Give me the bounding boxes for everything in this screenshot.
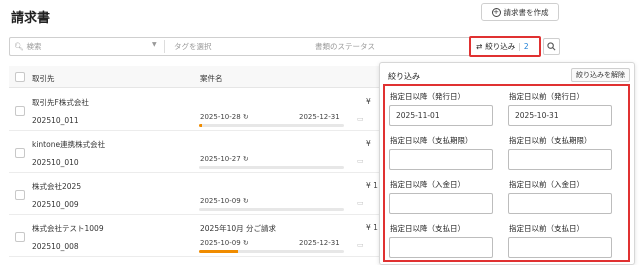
history-icon: ↻: [242, 113, 249, 121]
search-icon: 🔍︎: [14, 42, 24, 51]
calendar-icon: ▭: [357, 157, 364, 165]
receipt-date-to-input[interactable]: [508, 193, 612, 214]
row-date-end: 2025-12-31: [299, 239, 340, 247]
calendar-icon: ▭: [357, 241, 364, 249]
row-progress-bar: [199, 208, 344, 211]
table-row[interactable]: 株式会社テスト1009 202510_008 2025年10月 分ご請求 ¥ 1…: [9, 215, 389, 257]
row-amount: ¥: [366, 139, 371, 148]
issue-date-to-label: 指定日以前（発行日）: [509, 92, 584, 101]
refine-panel-title: 絞り込み: [388, 72, 420, 81]
row-progress-bar: [199, 250, 344, 253]
search-placeholder: 検索: [26, 42, 42, 51]
row-date-start: 2025-10-27 ↻: [200, 155, 249, 163]
payment-date-to-label: 指定日以前（支払日）: [509, 224, 584, 233]
row-checkbox[interactable]: [15, 148, 25, 158]
row-client: kintone連携株式会社: [32, 140, 106, 149]
row-progress-bar: [199, 166, 344, 169]
calendar-icon: ▭: [357, 199, 364, 207]
row-checkbox[interactable]: [15, 190, 25, 200]
status-select-placeholder: 書類のステータス: [315, 42, 375, 51]
refine-panel: 絞り込み 絞り込みを解除 指定日以降（発行日） 指定日以前（発行日） 2025-…: [379, 62, 635, 265]
search-input[interactable]: 🔍︎ 検索: [14, 38, 166, 55]
row-amount: ¥ 1: [366, 223, 378, 232]
search-button[interactable]: [543, 38, 560, 55]
row-progress-fill: [199, 250, 239, 253]
row-case: 2025年10月 分ご請求: [200, 224, 277, 233]
row-progress-fill: [199, 124, 202, 127]
refine-label: 絞り込み: [485, 42, 516, 51]
table-header: 取引先 案件名: [9, 66, 389, 88]
payment-date-from-label: 指定日以降（支払日）: [390, 224, 465, 233]
plus-circle-icon: +: [491, 7, 501, 17]
receipt-date-from-label: 指定日以降（入金日）: [390, 180, 465, 189]
row-date-end: 2025-12-31: [299, 113, 340, 121]
row-code: 202510_008: [32, 242, 79, 251]
receipt-date-from-input[interactable]: [389, 193, 493, 214]
table-row[interactable]: 取引先F株式会社 202510_011 ¥ 2025-10-28 ↻ 2025-…: [9, 89, 389, 131]
create-invoice-label: 請求書を作成: [503, 7, 549, 17]
due-date-to-input[interactable]: [508, 149, 612, 170]
row-date-start: 2025-10-28 ↻: [200, 113, 249, 121]
column-header-case: 案件名: [200, 74, 223, 83]
search-icon: [547, 42, 556, 51]
payment-date-from-input[interactable]: [389, 237, 493, 258]
chevron-down-icon: ▼: [152, 41, 157, 48]
row-date-start: 2025-10-09 ↻: [200, 239, 249, 247]
history-icon: ↻: [242, 239, 249, 247]
issue-date-from-label: 指定日以降（発行日）: [390, 92, 465, 101]
row-progress-bar: [199, 124, 344, 127]
tag-select-placeholder: タグを選択: [174, 42, 212, 51]
select-all-checkbox[interactable]: [15, 72, 25, 82]
due-date-to-label: 指定日以前（支払期限）: [509, 136, 592, 145]
row-checkbox[interactable]: [15, 106, 25, 116]
receipt-date-to-label: 指定日以前（入金日）: [509, 180, 584, 189]
history-icon: ↻: [242, 155, 249, 163]
row-code: 202510_011: [32, 116, 79, 125]
row-date-start: 2025-10-09 ↻: [200, 197, 249, 205]
row-client: 取引先F株式会社: [32, 98, 89, 107]
history-icon: ↻: [242, 197, 249, 205]
due-date-from-label: 指定日以降（支払期限）: [390, 136, 473, 145]
row-amount: ¥: [366, 97, 371, 106]
filter-bar: 🔍︎ 検索 ▼ タグを選択 書類のステータス: [9, 37, 540, 56]
tag-select[interactable]: タグを選択: [174, 38, 212, 55]
date-filter-grid: 指定日以降（発行日） 指定日以前（発行日） 2025-11-01 2025-10…: [383, 84, 630, 262]
column-header-client: 取引先: [32, 74, 55, 83]
row-client: 株式会社テスト1009: [32, 224, 104, 233]
issue-date-from-input[interactable]: 2025-11-01: [389, 105, 493, 126]
filter-sliders-icon: ⇄: [476, 42, 483, 51]
page-title: 請求書: [11, 11, 51, 26]
calendar-icon: ▭: [357, 115, 364, 123]
table-row[interactable]: kintone連携株式会社 202510_010 ¥ 2025-10-27 ↻ …: [9, 131, 389, 173]
refine-button[interactable]: ⇄ 絞り込み | 2: [469, 36, 541, 57]
issue-date-to-input[interactable]: 2025-10-31: [508, 105, 612, 126]
row-checkbox[interactable]: [15, 232, 25, 242]
row-client: 株式会社2025: [32, 182, 82, 191]
status-select[interactable]: 書類のステータス: [315, 38, 375, 55]
clear-refine-button[interactable]: 絞り込みを解除: [571, 68, 630, 82]
row-code: 202510_009: [32, 200, 79, 209]
create-invoice-button[interactable]: + 請求書を作成: [481, 3, 559, 21]
row-code: 202510_010: [32, 158, 79, 167]
row-amount: ¥ 1: [366, 181, 378, 190]
table-row[interactable]: 株式会社2025 202510_009 ¥ 1 2025-10-09 ↻ ▭: [9, 173, 389, 215]
due-date-from-input[interactable]: [389, 149, 493, 170]
payment-date-to-input[interactable]: [508, 237, 612, 258]
refine-separator: |: [518, 42, 521, 51]
refine-count-badge: 2: [523, 42, 529, 51]
divider: [164, 40, 165, 53]
